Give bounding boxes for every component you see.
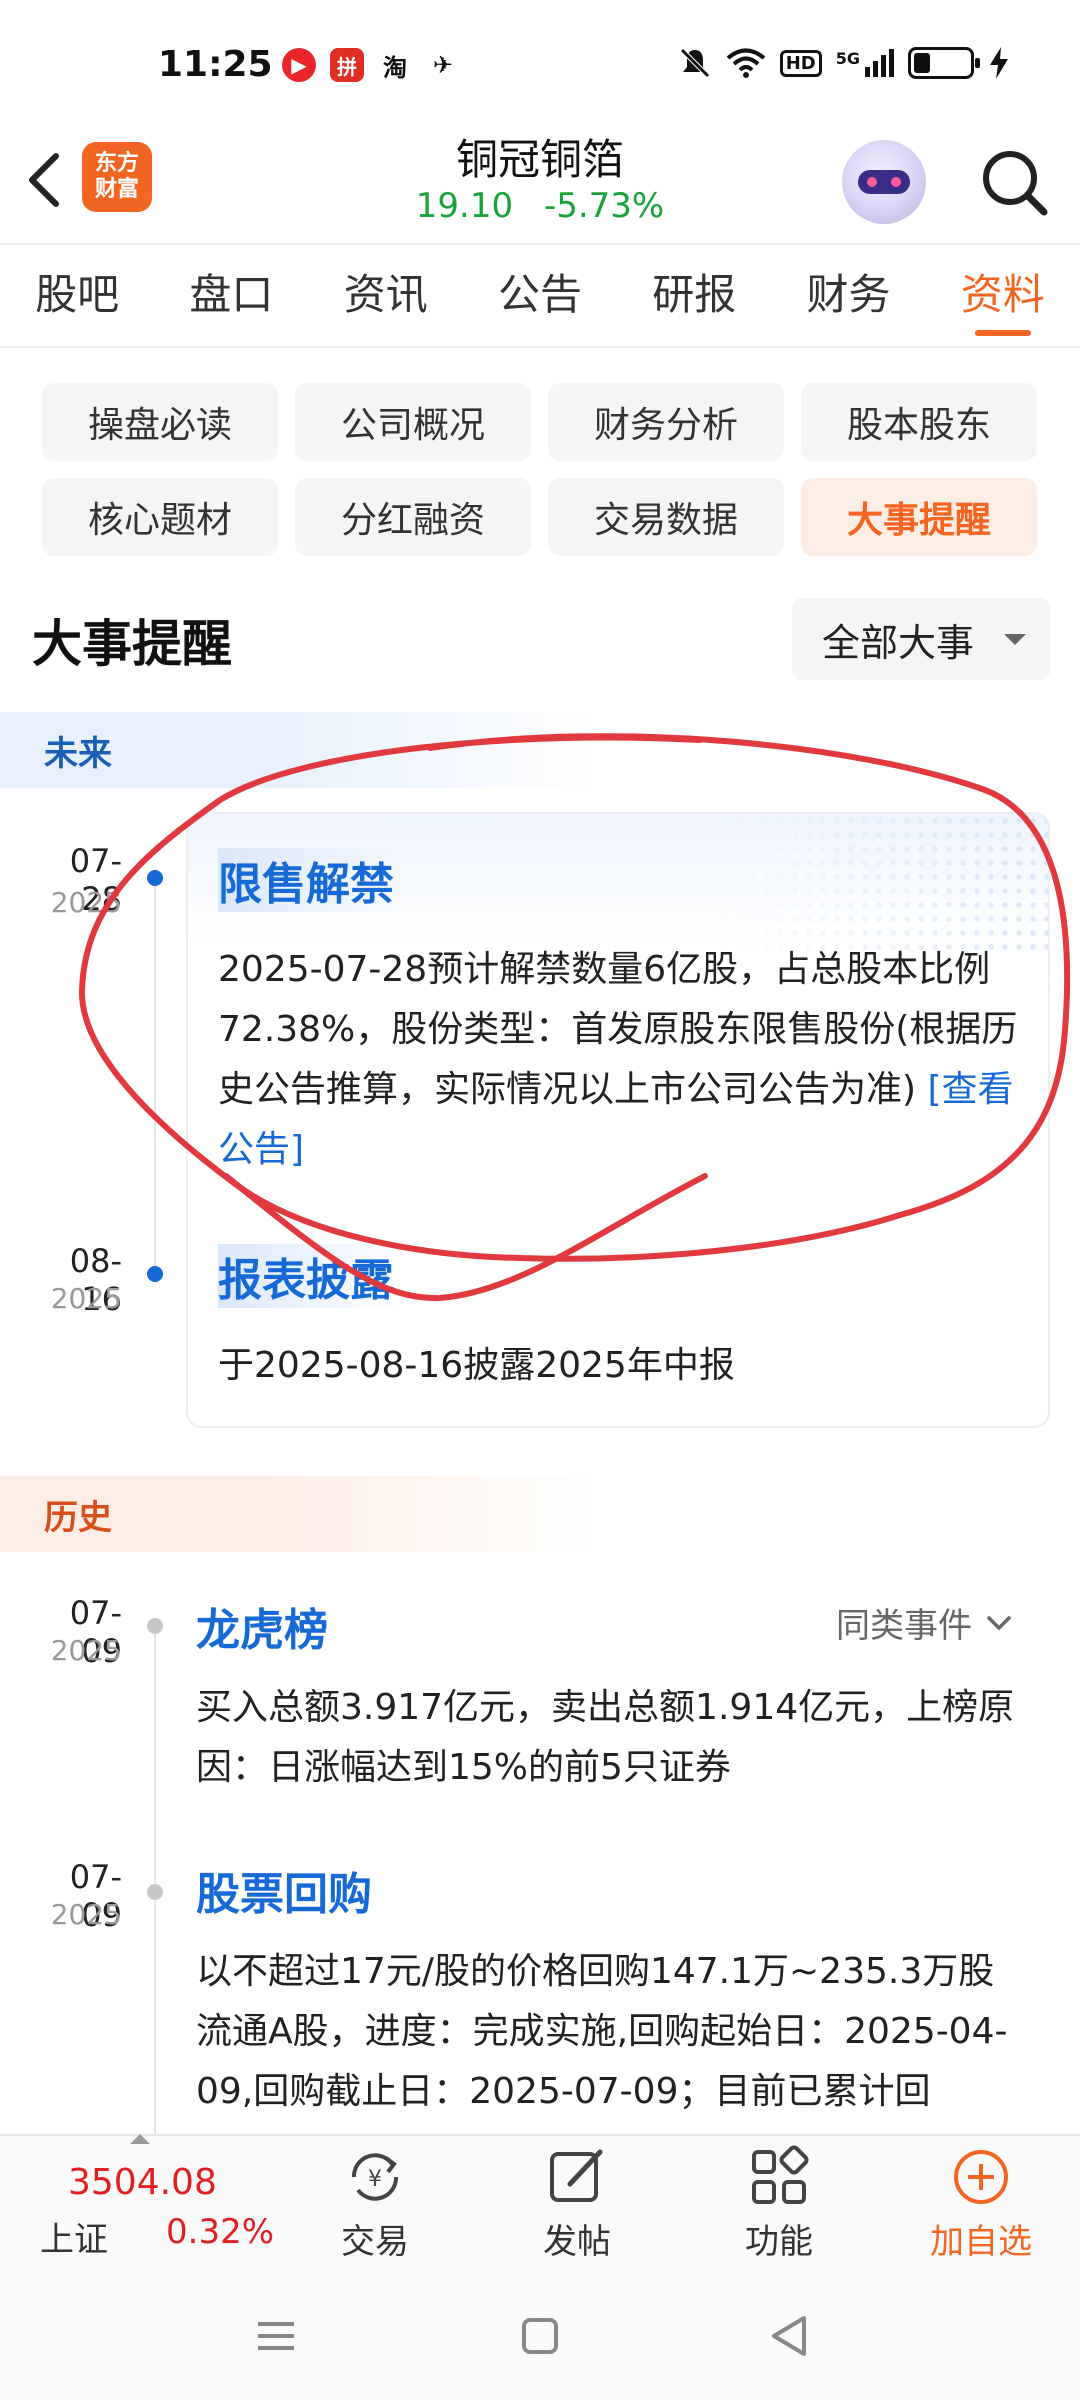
search-icon[interactable] (974, 142, 1054, 222)
main-tabs: 股吧 盘口 资讯 公告 研报 财务 资料 (0, 245, 1080, 348)
timeline-line (154, 870, 156, 1280)
signal-icon: 5G (836, 49, 894, 77)
timeline-dot (147, 1884, 163, 1900)
trade-label: 交易 (341, 2222, 409, 2262)
add-watchlist-button[interactable]: 加自选 (896, 2136, 1066, 2272)
stock-header: 东方 财富 铜冠铜箔 19.10 -5.73% (0, 120, 1080, 245)
functions-button[interactable]: 功能 (694, 2136, 864, 2272)
index-name: 上证 (40, 2220, 108, 2260)
timeline-dot (147, 1266, 163, 1282)
filter-label: 全部大事 (822, 620, 975, 665)
event-title[interactable]: 股票回购 (196, 1858, 372, 1922)
trade-icon: ¥ (351, 2153, 399, 2201)
functions-label: 功能 (745, 2222, 813, 2262)
chevron-down-icon (987, 1615, 1011, 1630)
tab-guba[interactable]: 股吧 (0, 245, 154, 346)
subtab-dividends[interactable]: 分红融资 (295, 478, 531, 556)
timeline-dot (147, 1618, 163, 1634)
wifi-icon (726, 48, 765, 78)
subtab-trading-data[interactable]: 交易数据 (548, 478, 784, 556)
add-watchlist-label: 加自选 (930, 2222, 1032, 2262)
post-label: 发帖 (543, 2222, 611, 2262)
caret-down-icon (1004, 634, 1026, 645)
subtab-trading-guide[interactable]: 操盘必读 (42, 383, 278, 461)
sub-tabs: 操盘必读 公司概况 财务分析 股本股东 核心题材 分红融资 交易数据 大事提醒 (42, 383, 1038, 556)
charging-icon (990, 47, 1008, 79)
caret-up-icon (130, 2134, 150, 2144)
event-title[interactable]: 限售解禁 (218, 848, 404, 912)
mute-icon (679, 48, 710, 78)
back-nav-icon[interactable] (760, 2306, 820, 2366)
event-title[interactable]: 报表披露 (218, 1244, 404, 1308)
event-body-text: 2025-07-28预计解禁数量6亿股，占总股本比例72.38%，股份类型：首发… (218, 949, 1018, 1110)
event-year: 2025 (50, 1282, 122, 1315)
future-band: 未来 (0, 712, 600, 788)
history-band: 历史 (0, 1476, 600, 1552)
tab-research[interactable]: 研报 (617, 245, 771, 346)
tab-news[interactable]: 资讯 (309, 245, 463, 346)
edit-icon (550, 2149, 603, 2202)
same-type-label: 同类事件 (836, 1606, 972, 1646)
menu-icon[interactable] (246, 2306, 306, 2366)
subtab-core-themes[interactable]: 核心题材 (42, 478, 278, 556)
status-time: 11:25 (158, 44, 273, 85)
battery-icon (908, 47, 980, 79)
event-body: 于2025-08-16披露2025年中报 (218, 1345, 735, 1386)
index-value: 3504.08 (68, 2162, 217, 2203)
plus-circle-icon (954, 2150, 1008, 2204)
ai-assistant-icon[interactable] (842, 140, 926, 224)
subtab-shareholders[interactable]: 股本股东 (801, 383, 1037, 461)
event-body: 买入总额3.917亿元，卖出总额1.914亿元，上榜原因：日涨幅达到15%的前5… (196, 1687, 1015, 1788)
pinduoduo-icon: 拼 (330, 48, 364, 82)
event-year: 2025 (50, 1634, 122, 1667)
hd-icon: HD (779, 49, 822, 77)
grid-icon (752, 2145, 809, 2204)
leaf-app-icon: ✈ (432, 51, 454, 79)
system-icons: HD 5G (678, 46, 1010, 80)
timeline-line (154, 1620, 156, 2134)
tab-finance[interactable]: 财务 (771, 245, 925, 346)
subtab-company-overview[interactable]: 公司概况 (295, 383, 531, 461)
card-dot-pattern (718, 814, 1048, 954)
status-bar: 11:25 ▶ 拼 淘 ✈ HD 5G (0, 0, 1080, 120)
subtab-major-events[interactable]: 大事提醒 (801, 478, 1037, 556)
event-filter-dropdown[interactable]: 全部大事 (792, 598, 1050, 680)
home-icon[interactable] (510, 2306, 570, 2366)
event-body: 以不超过17元/股的价格回购147.1万~235.3万股流通A股，进度：完成实施… (196, 1951, 1008, 2112)
timeline-dot (147, 870, 163, 886)
system-nav-bar (0, 2270, 1080, 2400)
signal-label: 5G (835, 49, 860, 68)
event-body: 2025-07-28预计解禁数量6亿股，占总股本比例72.38%，股份类型：首发… (218, 940, 1028, 1180)
index-ticker[interactable]: 3504.08 上证 0.32% (0, 2134, 290, 2272)
video-app-icon: ▶ (282, 48, 316, 82)
stock-price: 19.10 (415, 186, 514, 226)
tab-pankou[interactable]: 盘口 (154, 245, 308, 346)
notification-icons: ▶ 拼 淘 ✈ (282, 48, 460, 82)
event-year: 2025 (50, 1898, 122, 1931)
post-button[interactable]: 发帖 (492, 2136, 662, 2272)
event-year: 2025 (50, 886, 122, 919)
section-title: 大事提醒 (32, 615, 232, 673)
event-title[interactable]: 龙虎榜 (196, 1594, 328, 1658)
bottom-toolbar: 3504.08 上证 0.32% ¥ 交易 发帖 功能 加自选 (0, 2134, 1080, 2270)
same-type-events-button[interactable]: 同类事件 (836, 1598, 1012, 1647)
svg-text:¥: ¥ (368, 2167, 382, 2192)
tab-profile[interactable]: 资料 (926, 245, 1080, 346)
stock-change-pct: -5.73% (543, 186, 665, 226)
trade-button[interactable]: ¥ 交易 (290, 2136, 460, 2272)
taobao-icon: 淘 (383, 53, 407, 82)
subtab-financial-analysis[interactable]: 财务分析 (548, 383, 784, 461)
tab-announcements[interactable]: 公告 (463, 245, 617, 346)
index-change-pct: 0.32% (166, 2212, 275, 2252)
